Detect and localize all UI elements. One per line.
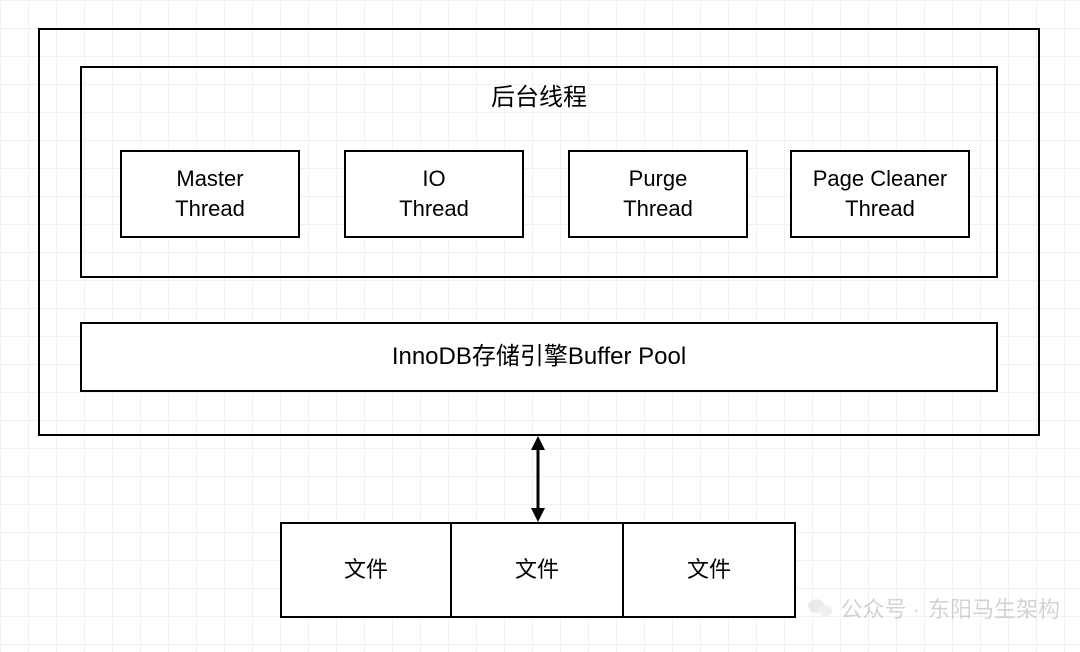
thread-label: PurgeThread	[623, 164, 693, 223]
purge-thread-box: PurgeThread	[568, 150, 748, 238]
thread-label: MasterThread	[175, 164, 245, 223]
bidirectional-arrow	[528, 436, 548, 522]
file-box-1: 文件	[280, 522, 452, 618]
watermark-prefix: 公众号 ·	[841, 592, 920, 624]
file-label: 文件	[515, 555, 559, 585]
file-box-3: 文件	[624, 522, 796, 618]
wechat-icon	[807, 597, 833, 619]
file-label: 文件	[344, 555, 388, 585]
background-threads-title: 后台线程	[491, 82, 587, 114]
watermark: 公众号 · 东阳马生架构	[807, 592, 1060, 624]
watermark-name: 东阳马生架构	[928, 592, 1060, 624]
thread-label: Page CleanerThread	[813, 164, 948, 223]
buffer-pool-label: InnoDB存储引擎Buffer Pool	[392, 341, 686, 373]
master-thread-box: MasterThread	[120, 150, 300, 238]
thread-label: IOThread	[399, 164, 469, 223]
file-box-2: 文件	[452, 522, 624, 618]
file-label: 文件	[687, 555, 731, 585]
buffer-pool-box: InnoDB存储引擎Buffer Pool	[80, 322, 998, 392]
page-cleaner-thread-box: Page CleanerThread	[790, 150, 970, 238]
diagram-canvas: 后台线程 MasterThread IOThread PurgeThread P…	[0, 0, 1080, 652]
io-thread-box: IOThread	[344, 150, 524, 238]
